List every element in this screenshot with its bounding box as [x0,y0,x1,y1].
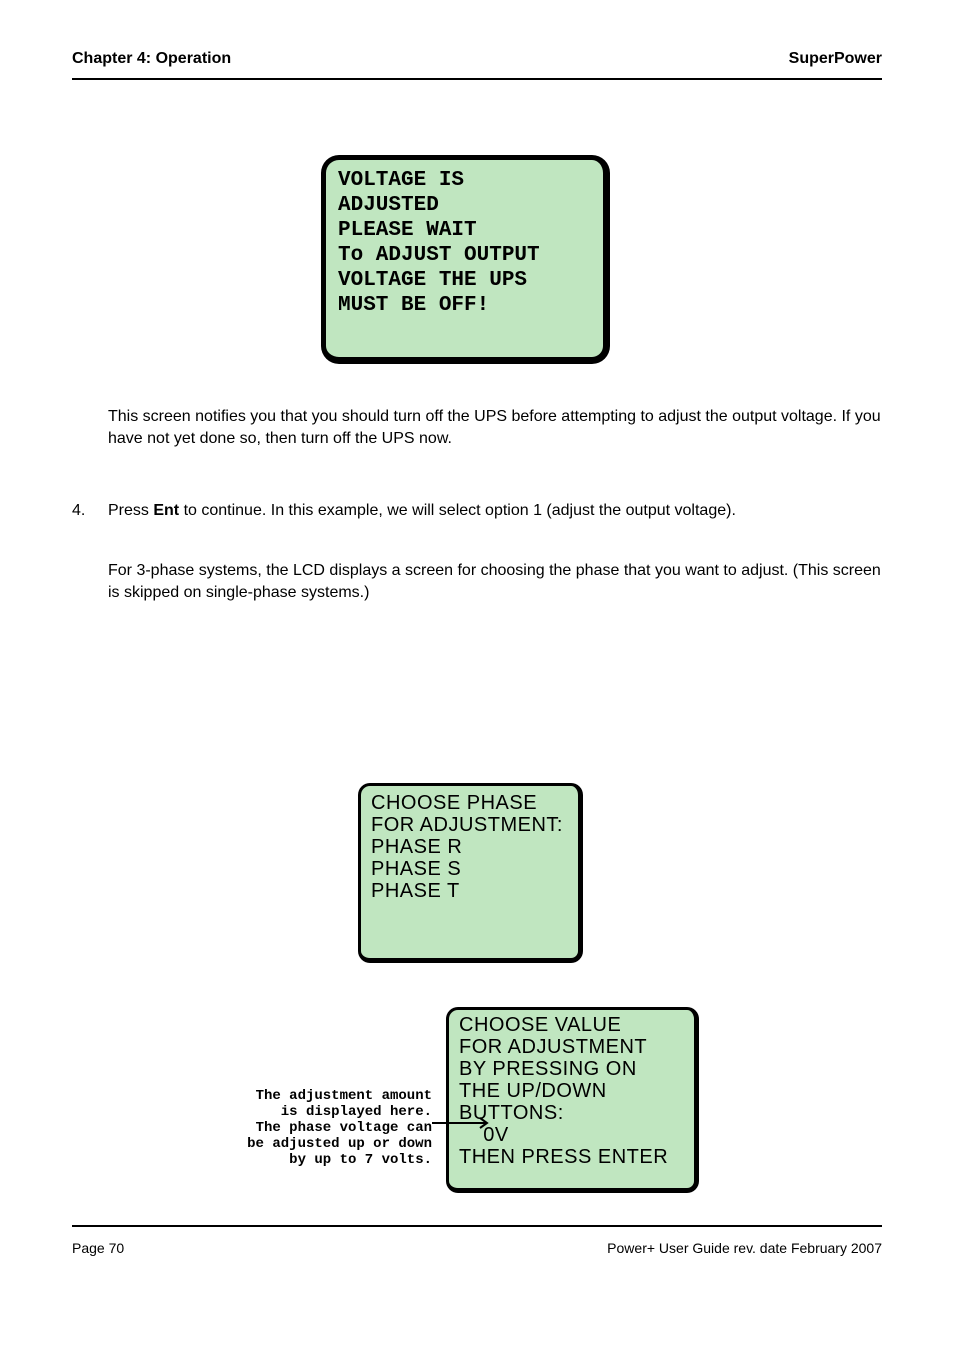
page-header-right: SuperPower [789,50,882,68]
arrow-icon [432,1116,497,1130]
lcd2-line: FOR ADJUSTMENT: [371,814,568,836]
p2-key: Ent [153,502,179,519]
lcd1-line: ADJUSTED [338,193,591,218]
lcd-screen-2: CHOOSE PHASE FOR ADJUSTMENT: PHASE R PHA… [358,783,583,963]
lcd3-line: THEN PRESS ENTER [459,1146,684,1168]
lcd1-line: To ADJUST OUTPUT [338,243,591,268]
header-rule [72,78,882,80]
lcd1-line: VOLTAGE THE UPS [338,268,591,293]
lcd3-line: FOR ADJUSTMENT [459,1036,684,1058]
step-number: 4. [72,500,85,522]
lcd3-line: BY PRESSING ON [459,1058,684,1080]
footer-rule [72,1225,882,1227]
p2-text: Press [108,502,153,519]
lcd3-line: CHOOSE VALUE [459,1014,684,1036]
page-footer-right: Power+ User Guide rev. date February 200… [607,1240,882,1256]
page-footer-left: Page 70 [72,1240,124,1256]
paragraph-2: Press Ent to continue. In this example, … [108,500,888,522]
lcd1-line: VOLTAGE IS [338,168,591,193]
page-header-left: Chapter 4: Operation [72,50,231,68]
lcd2-line: PHASE S [371,858,568,880]
p2-text: to continue. In this example, we will se… [179,502,736,519]
lcd1-line: PLEASE WAIT [338,218,591,243]
paragraph-1: This screen notifies you that you should… [108,406,888,450]
lcd-screen-1: VOLTAGE IS ADJUSTED PLEASE WAIT To ADJUS… [321,155,610,364]
lcd-screen-3: CHOOSE VALUE FOR ADJUSTMENT BY PRESSING … [446,1007,699,1193]
lcd2-line: CHOOSE PHASE [371,792,568,814]
lcd2-line: PHASE R [371,836,568,858]
lcd2-line: PHASE T [371,880,568,902]
paragraph-3: For 3-phase systems, the LCD displays a … [108,560,888,604]
callout-note: The adjustment amount is displayed here.… [232,1088,432,1168]
lcd3-line: THE UP/DOWN [459,1080,684,1102]
lcd1-line: MUST BE OFF! [338,293,591,318]
